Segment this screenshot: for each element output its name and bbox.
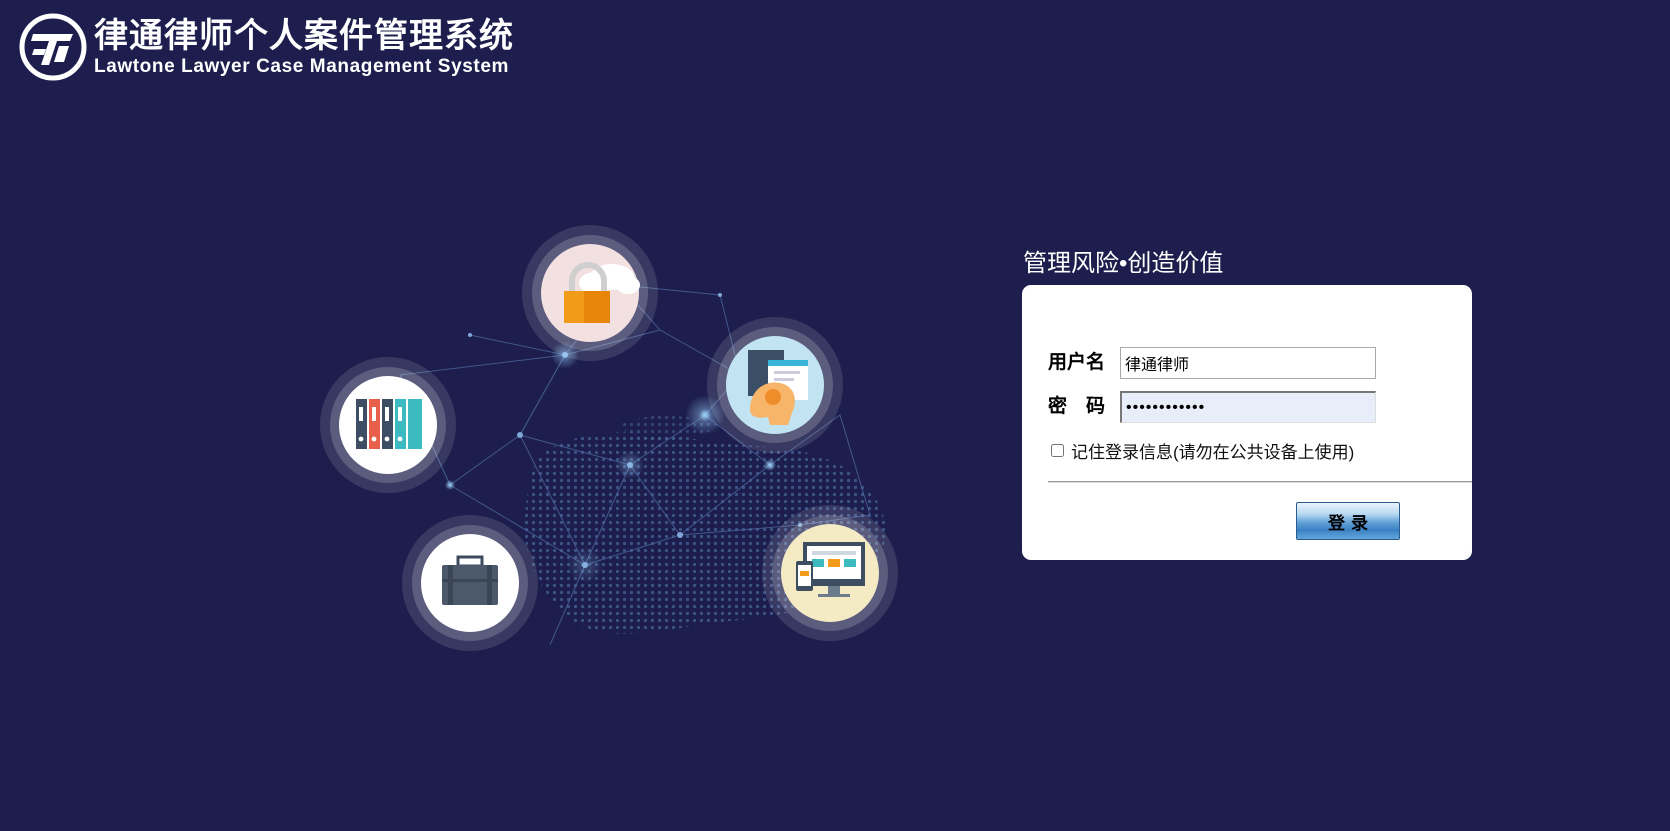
login-button[interactable]: 登录 [1296, 502, 1400, 540]
remember-login-checkbox[interactable] [1051, 444, 1064, 457]
folders-icon [320, 357, 456, 493]
username-input[interactable] [1120, 347, 1376, 379]
login-page: 律通律师个人案件管理系统 Lawtone Lawyer Case Managem… [0, 0, 1670, 831]
lawtone-logo-icon [19, 13, 87, 81]
app-title-cn: 律通律师个人案件管理系统 [94, 17, 514, 55]
password-input[interactable] [1120, 391, 1376, 423]
lock-cloud-icon [522, 225, 658, 361]
slogan-text: 管理风险•创造价值 [1023, 250, 1224, 277]
app-title-en: Lawtone Lawyer Case Management System [94, 56, 510, 77]
devices-icon [762, 505, 898, 641]
panel-divider [1048, 481, 1472, 483]
briefcase-icon [402, 515, 538, 651]
username-row: 用户名 [1048, 347, 1376, 379]
login-panel: 用户名 密 码 记住登录信息(请勿在公共设备上使用) 登录 [1022, 285, 1472, 560]
mind-screen-icon [707, 317, 843, 453]
username-label: 用户名 [1048, 352, 1106, 373]
password-label: 密 码 [1048, 396, 1106, 417]
network-illustration [320, 225, 898, 651]
remember-login-row[interactable]: 记住登录信息(请勿在公共设备上使用) [1051, 438, 1354, 463]
remember-login-label: 记住登录信息(请勿在公共设备上使用) [1071, 443, 1355, 462]
app-logo: 律通律师个人案件管理系统 Lawtone Lawyer Case Managem… [18, 12, 514, 82]
password-row: 密 码 [1048, 391, 1376, 423]
